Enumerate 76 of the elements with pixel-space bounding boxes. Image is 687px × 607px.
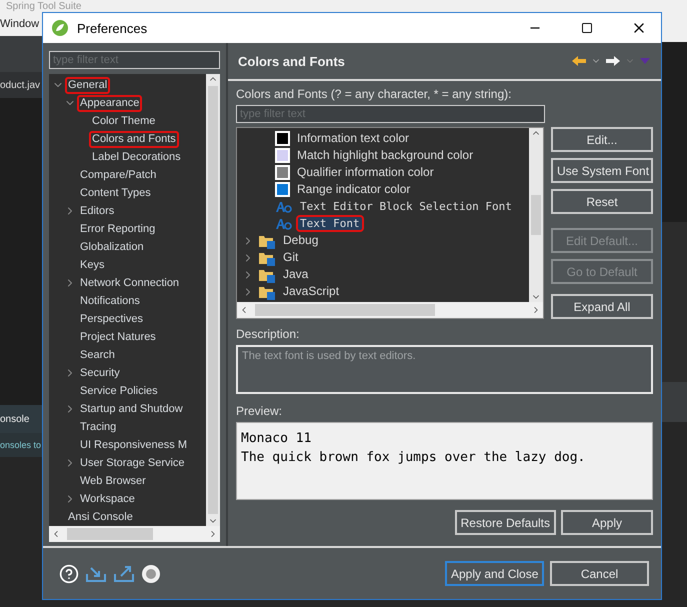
tree-item[interactable]: Workspace (77, 490, 138, 508)
tree-item[interactable]: Perspectives (77, 310, 146, 328)
window-title: Preferences (77, 20, 148, 36)
tree-item[interactable]: Content Types (77, 184, 154, 202)
menu-item[interactable]: Window (0, 18, 40, 30)
tree-item[interactable]: Git (279, 249, 302, 266)
description-text: The text font is used by text editors. (236, 345, 653, 394)
console-tab[interactable]: onsole (0, 414, 30, 424)
scroll-thumb[interactable] (531, 195, 541, 235)
action-button[interactable]: Use System Font (551, 158, 653, 183)
preview-box: Monaco 11 The quick brown fox jumps over the lazy dog. (236, 422, 653, 500)
tree-item[interactable]: Text Font (296, 215, 364, 232)
tree-item[interactable]: Match highlight background color (293, 147, 478, 164)
tree-item[interactable]: Range indicator color (293, 181, 414, 198)
tree-item[interactable]: Colors and Fonts (89, 130, 179, 148)
console-text: onsoles to (0, 440, 42, 450)
restore-defaults-button[interactable]: Restore Defaults (454, 510, 556, 535)
tree-item[interactable]: Text Editor Block Selection Font (296, 198, 516, 215)
color-swatch[interactable] (275, 165, 290, 180)
color-swatch[interactable] (275, 148, 290, 163)
tree-item[interactable]: Globalization (77, 238, 147, 256)
font-icon (275, 218, 293, 230)
import-icon[interactable] (85, 564, 107, 582)
tree-item[interactable]: Qualifier information color (293, 164, 438, 181)
vertical-scrollbar[interactable] (529, 128, 543, 302)
record-icon[interactable] (141, 564, 161, 584)
tree-item[interactable]: Java (279, 266, 312, 283)
description-label: Description: (236, 327, 300, 341)
tree-item[interactable]: JavaScript (279, 283, 344, 300)
apply-button[interactable]: Apply (561, 510, 653, 535)
tree-item[interactable]: Network Connection (77, 274, 182, 292)
tree-item[interactable]: Appearance (77, 94, 142, 112)
color-swatch[interactable] (275, 131, 290, 146)
tree-item[interactable]: Debug (279, 232, 322, 249)
tree-item[interactable]: User Storage Service (77, 454, 188, 472)
cancel-button[interactable]: Cancel (550, 561, 649, 586)
maximize-icon[interactable] (581, 22, 593, 34)
font-icon (275, 200, 293, 212)
action-button[interactable]: Expand All (551, 294, 653, 319)
tree-item[interactable]: Web Browser (77, 472, 149, 490)
tree-item[interactable]: Project Natures (77, 328, 159, 346)
vertical-scrollbar[interactable] (206, 74, 220, 526)
tree-item[interactable]: UI Responsiveness M (77, 436, 190, 454)
tree-item[interactable]: Startup and Shutdow (77, 400, 186, 418)
horizontal-scrollbar[interactable] (49, 526, 220, 542)
apply-and-close-button[interactable]: Apply and Close (445, 561, 544, 586)
filter-label: Colors and Fonts (? = any character, * = any string): (236, 87, 512, 101)
preview-label: Preview: (236, 404, 284, 418)
tree-item[interactable]: General (65, 76, 110, 94)
leaf-logo-icon (51, 19, 69, 37)
horizontal-scrollbar[interactable] (237, 302, 543, 318)
export-icon[interactable] (113, 564, 135, 582)
tree-item[interactable]: Security (77, 364, 123, 382)
tree-item[interactable]: Tracing (77, 418, 120, 436)
action-button[interactable]: Reset (551, 189, 653, 214)
tree-item[interactable]: Label Decorations (89, 148, 184, 166)
tree-item[interactable]: Ansi Console (65, 508, 136, 526)
tree-item[interactable]: Search (77, 346, 118, 364)
toolbar (662, 382, 687, 422)
page-title: Colors and Fonts (238, 54, 346, 68)
tree-item[interactable]: Editors (77, 202, 118, 220)
editor-tab[interactable]: oduct.jav (0, 80, 40, 90)
tree-item[interactable]: Service Policies (77, 382, 161, 400)
tree-item[interactable]: Notifications (77, 292, 143, 310)
forward-arrow-icon[interactable] (605, 55, 621, 67)
back-arrow-icon[interactable] (571, 55, 587, 67)
tree-item[interactable]: Color Theme (89, 112, 158, 130)
tree-item[interactable]: Error Reporting (77, 220, 158, 238)
tree-item[interactable]: Compare/Patch (77, 166, 160, 184)
help-icon[interactable] (59, 564, 79, 584)
scroll-thumb[interactable] (208, 86, 218, 514)
app-title: Spring Tool Suite (6, 2, 82, 12)
tree-item[interactable]: Keys (77, 256, 108, 274)
color-swatch[interactable] (275, 182, 290, 197)
tree-item[interactable]: Information text color (293, 130, 414, 147)
action-button[interactable]: Edit... (551, 127, 653, 152)
